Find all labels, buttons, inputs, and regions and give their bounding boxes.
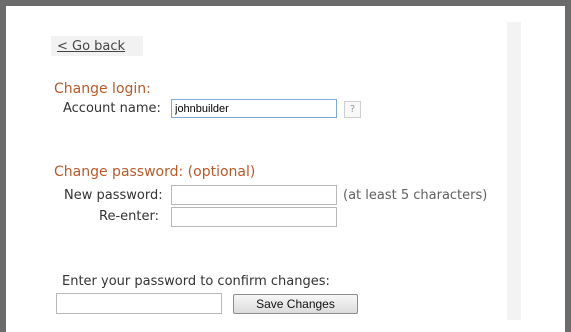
password-length-hint: (at least 5 characters): [343, 188, 488, 203]
reenter-password-input[interactable]: [171, 207, 337, 227]
reenter-password-label: Re-enter:: [99, 209, 159, 224]
change-login-heading: Change login:: [54, 81, 151, 97]
new-password-input[interactable]: [171, 185, 337, 205]
new-password-label: New password:: [64, 188, 163, 203]
save-changes-button[interactable]: Save Changes: [233, 294, 358, 314]
account-name-input[interactable]: [171, 99, 337, 118]
help-button[interactable]: ?: [344, 101, 361, 118]
confirm-password-prompt: Enter your password to confirm changes:: [62, 274, 330, 289]
go-back-link[interactable]: < Go back: [57, 39, 125, 55]
change-password-heading: Change password: (optional): [54, 164, 256, 180]
side-panel: [507, 22, 521, 320]
account-name-label: Account name:: [63, 101, 161, 116]
confirm-password-input[interactable]: [56, 293, 222, 314]
